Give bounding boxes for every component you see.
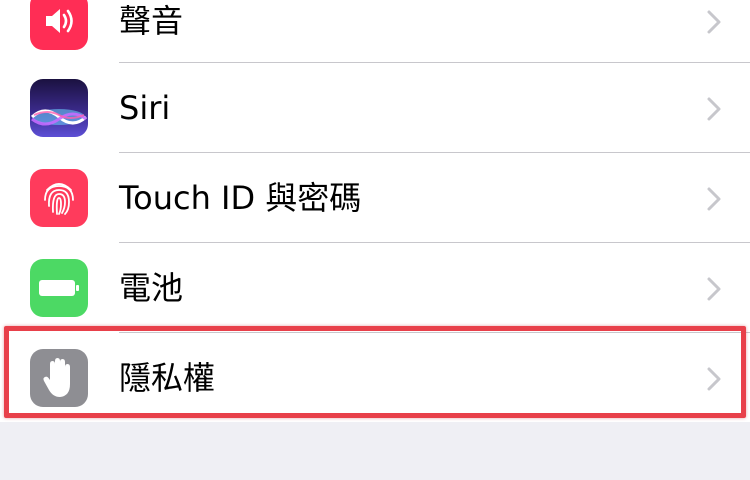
settings-item-touch-id[interactable]: Touch ID 與密碼	[0, 153, 750, 243]
settings-item-battery[interactable]: 電池	[0, 243, 750, 333]
settings-item-label: Siri	[119, 89, 171, 127]
chevron-right-icon	[707, 187, 721, 211]
fingerprint-icon	[30, 169, 88, 227]
settings-item-label: 隱私權	[119, 359, 216, 397]
chevron-right-icon	[707, 277, 721, 301]
speaker-icon	[30, 0, 88, 50]
settings-item-label: 聲音	[119, 2, 184, 40]
hand-icon	[30, 349, 88, 407]
settings-item-sounds[interactable]: 聲音	[0, 0, 750, 66]
chevron-right-icon	[707, 10, 721, 34]
chevron-right-icon	[707, 97, 721, 121]
settings-item-siri[interactable]: Siri	[0, 63, 750, 153]
settings-item-privacy[interactable]: 隱私權	[0, 333, 750, 423]
settings-item-label: Touch ID 與密碼	[119, 179, 362, 217]
settings-item-label: 電池	[119, 269, 184, 307]
chevron-right-icon	[707, 367, 721, 391]
siri-icon	[30, 79, 88, 137]
settings-list: 聲音 Siri Touch ID 與密碼 電池 隱私權	[0, 0, 750, 422]
battery-icon	[30, 259, 88, 317]
